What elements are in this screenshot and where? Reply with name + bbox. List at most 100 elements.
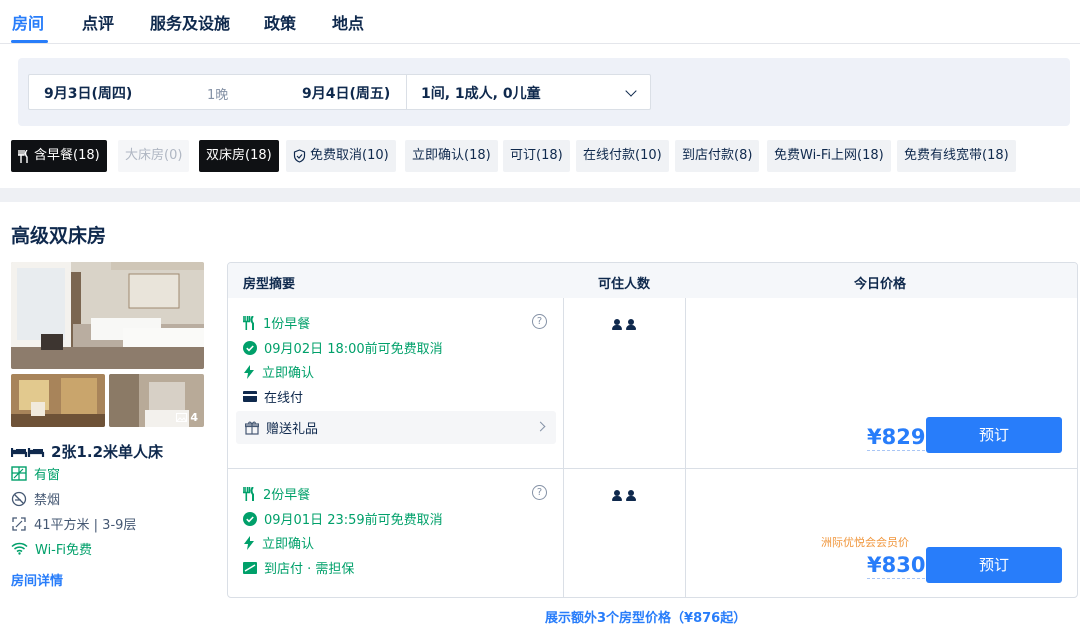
no-smoking-icon [11,491,27,506]
window-icon [11,466,27,481]
tab-amenities[interactable]: 服务及设施 [150,10,230,34]
room-photo-bath[interactable]: 4 [109,374,204,427]
filter-twin-bed[interactable]: 双床房(18) [199,140,279,172]
shield-check-icon [293,149,306,163]
gift-icon [245,421,259,435]
fork-knife-icon [243,486,254,501]
cancel-perk: 09月01日 23:59前可免费取消 [243,509,443,528]
window-info: 有窗 [11,464,60,483]
help-icon[interactable]: ? [532,485,547,500]
breakfast-label: 1份早餐 [263,317,311,332]
card-icon [243,391,257,402]
header-occupancy: 可住人数 [598,277,651,292]
night-count: 1晚 [207,88,229,103]
filter-label: 免费有线宽带(18) [904,148,1009,163]
price-value: ¥830 [867,553,926,579]
check-circle-icon [243,511,257,526]
occupancy-icons [612,490,636,501]
search-panel: 9月3日(周四) 1晚 9月4日(周五) 1间, 1成人, 0儿童 [18,58,1070,126]
filter-free-cancel[interactable]: 免费取消(10) [286,140,396,172]
filter-online-pay[interactable]: 在线付款(10) [576,140,669,172]
filter-double-bed[interactable]: 大床房(0) [118,140,190,172]
wifi-label: Wi-Fi免费 [35,543,93,558]
section-separator [0,188,1080,202]
book-button[interactable]: 预订 [926,417,1062,453]
price-value: ¥829 [867,425,926,451]
confirm-label: 立即确认 [262,366,315,381]
payment-label: 到店付 · 需担保 [264,562,355,577]
pay-at-hotel-icon [243,561,257,574]
date-guest-selector[interactable]: 9月3日(周四) 1晚 9月4日(周五) 1间, 1成人, 0儿童 [28,74,651,110]
breakfast-label: 2份早餐 [263,488,311,503]
checkout-date[interactable]: 9月4日(周五) [302,83,390,103]
filter-label: 免费取消(10) [310,148,389,163]
photo-count-badge: 4 [176,411,198,424]
room-title: 高级双床房 [11,225,107,247]
smoking-label: 禁烟 [34,493,61,508]
size-label: 41平方米 | 3-9层 [34,518,137,533]
confirm-perk: 立即确认 [243,362,314,381]
person-icon [626,490,636,501]
rate-table: 房型摘要 可住人数 今日价格 1份早餐 ? 09月02日 18:00前可免费取消… [227,262,1078,598]
filter-label: 含早餐(18) [34,148,100,163]
member-price-label: 洲际优悦会会员价 [821,536,909,549]
bed-type: 2张1.2米单人床 [51,443,164,461]
header-summary: 房型摘要 [243,277,296,292]
smoking-info: 禁烟 [11,489,60,508]
lightning-icon [244,364,254,379]
occupancy-icons [612,319,636,330]
filter-label: 立即确认(18) [412,148,491,163]
tab-location[interactable]: 地点 [332,10,364,34]
bed-icon [11,447,45,457]
filter-pay-at-hotel[interactable]: 到店付款(8) [675,140,760,172]
cancel-label: 09月02日 18:00前可免费取消 [264,342,443,357]
room-photo-main[interactable] [11,262,204,369]
wifi-icon [11,542,28,555]
header-price: 今日价格 [854,277,907,292]
gift-row[interactable]: 赠送礼品 [236,411,556,444]
guest-selector[interactable]: 1间, 1成人, 0儿童 [421,83,541,103]
cancel-perk: 09月02日 18:00前可免费取消 [243,338,443,357]
checkin-date[interactable]: 9月3日(周四) [44,83,132,103]
area-icon [12,516,26,531]
tab-bar: 房间 点评 服务及设施 政策 地点 [0,0,1080,44]
filter-label: 在线付款(10) [583,148,662,163]
room-details-link[interactable]: 房间详情 [11,570,63,589]
tab-rooms[interactable]: 房间 [12,10,44,34]
divider [406,75,407,109]
fork-knife-icon [243,315,254,330]
check-circle-icon [243,340,257,355]
bed-info: 2张1.2米单人床 [11,441,163,462]
column-divider [685,298,686,597]
tab-reviews[interactable]: 点评 [82,10,114,34]
show-more-rates-link[interactable]: 展示额外3个房型价格（¥876起） [545,607,746,626]
image-icon [176,413,188,422]
lightning-icon [244,535,254,550]
filter-label: 可订(18) [510,148,563,163]
filter-breakfast[interactable]: 含早餐(18) [11,140,107,172]
payment-perk: 在线付 [243,387,303,406]
confirm-label: 立即确认 [262,537,315,552]
cancel-label: 09月01日 23:59前可免费取消 [264,513,443,528]
filter-free-broadband[interactable]: 免费有线宽带(18) [897,140,1016,172]
filter-label: 免费Wi-Fi上网(18) [774,148,884,163]
filter-instant-confirm[interactable]: 立即确认(18) [405,140,498,172]
payment-perk: 到店付 · 需担保 [243,558,354,577]
room-photo-bathroom[interactable] [11,374,105,427]
tab-policies[interactable]: 政策 [264,10,296,34]
photo-count: 4 [190,411,198,424]
breakfast-perk: 1份早餐 [243,313,310,332]
filter-label: 双床房(18) [206,148,272,163]
row-divider [228,468,1077,469]
chevron-right-icon [535,421,546,432]
wifi-info: Wi-Fi免费 [11,539,92,558]
filter-available[interactable]: 可订(18) [503,140,570,172]
help-icon[interactable]: ? [532,314,547,329]
gift-label: 赠送礼品 [266,422,319,437]
book-button[interactable]: 预订 [926,547,1062,583]
filter-free-wifi[interactable]: 免费Wi-Fi上网(18) [767,140,891,172]
person-icon [612,319,622,330]
person-icon [612,490,622,501]
chevron-down-icon[interactable] [625,85,637,97]
person-icon [626,319,636,330]
